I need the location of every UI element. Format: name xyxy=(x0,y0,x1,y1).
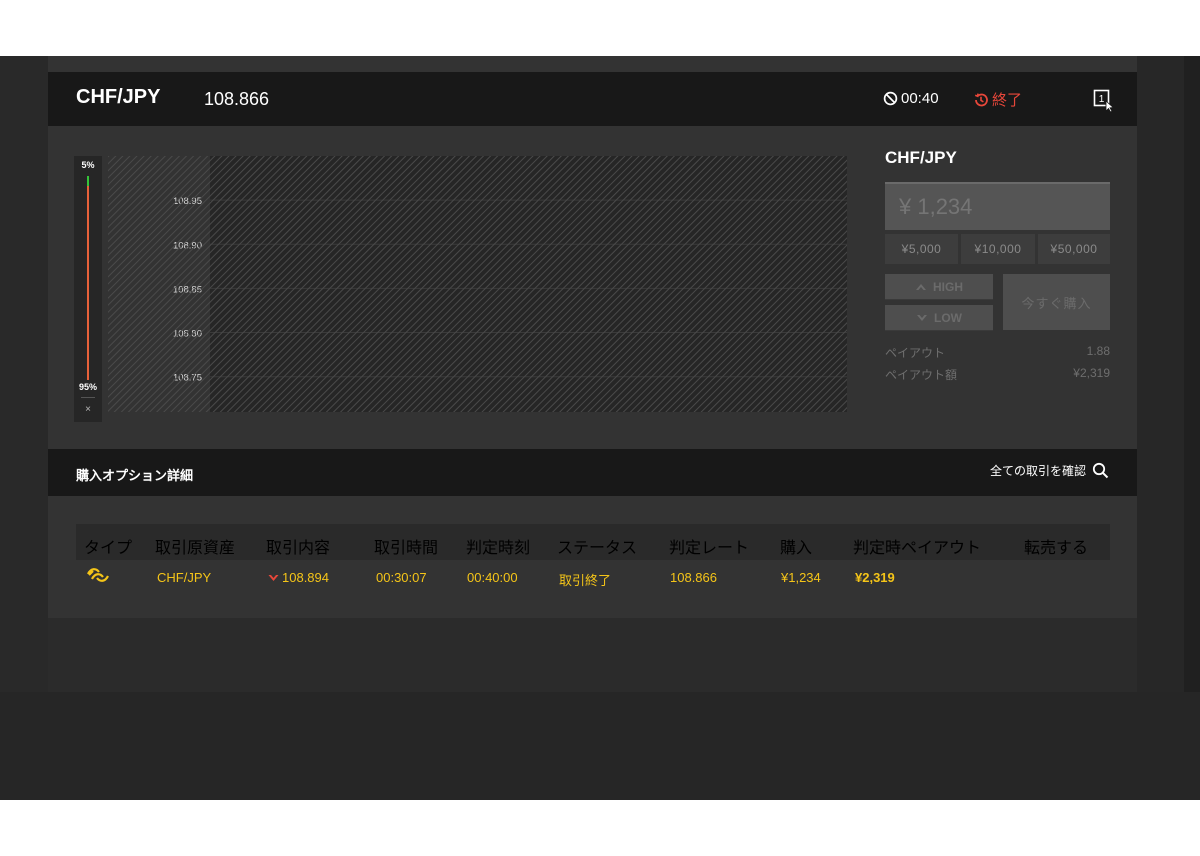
high-label: HIGH xyxy=(933,279,963,294)
payout-amount-label: ペイアウト額 xyxy=(885,368,958,382)
details-title: 購入オプション詳細 xyxy=(76,468,194,483)
trade-panel: CHF/JPY 108.866 00:40 終了 1 5% 95% × CHF/… xyxy=(48,56,1137,618)
col-resell: 転売する xyxy=(1024,540,1089,557)
trades-table: タイプ 取引原資産 取引内容 取引時間 判定時刻 ステータス 判定レート 購入 … xyxy=(76,524,1110,588)
row-trade-time: 00:30:07 xyxy=(376,570,427,585)
row-content: 108.894 xyxy=(268,570,329,585)
gauge-low-bar xyxy=(87,186,89,380)
gauge-close-button[interactable]: × xyxy=(74,404,102,415)
no-entry-icon xyxy=(883,91,898,106)
col-content: 取引内容 xyxy=(266,540,331,557)
type-highlow-icon xyxy=(86,566,110,589)
gauge-divider xyxy=(81,397,95,398)
row-judge-rate: 108.866 xyxy=(670,570,717,585)
app-viewport: CHF/JPY 108.866 00:40 終了 1 5% 95% × CHF/… xyxy=(0,56,1200,800)
details-header: 購入オプション詳細 全ての取引を確認 xyxy=(48,449,1137,496)
payout-value: 1.88 xyxy=(1086,344,1110,358)
col-trade-time: 取引時間 xyxy=(374,540,439,557)
price-chart[interactable]: 108.95108.90108.85108.80108.7500:2000:25… xyxy=(108,156,860,439)
pair-title: CHF/JPY xyxy=(76,86,161,108)
sentiment-gauge: 5% 95% × xyxy=(74,156,102,422)
col-judge-time: 判定時刻 xyxy=(466,540,531,557)
payout-amount-value: ¥2,319 xyxy=(1073,366,1110,380)
gauge-low-percent: 95% xyxy=(78,382,97,392)
preset-50000-button[interactable]: ¥50,000 xyxy=(1038,234,1110,264)
high-icon xyxy=(916,283,926,290)
scrollbar-track[interactable] xyxy=(1184,56,1200,692)
low-button[interactable]: LOW xyxy=(885,305,993,331)
gauge-high-bar xyxy=(87,176,89,186)
trade-status: 終了 xyxy=(973,89,1022,110)
all-trades-link[interactable]: 全ての取引を確認 xyxy=(990,462,1109,479)
svg-text:1: 1 xyxy=(1099,94,1105,105)
all-trades-label: 全ての取引を確認 xyxy=(989,464,1086,478)
buy-now-button[interactable]: 今すぐ購入 xyxy=(1003,274,1110,330)
col-asset: 取引原資産 xyxy=(155,540,236,557)
left-rail xyxy=(0,56,48,692)
payout-row: ペイアウト 1.88 xyxy=(885,344,1110,361)
low-direction-icon xyxy=(268,574,279,581)
payout-amount-row: ペイアウト額 ¥2,319 xyxy=(885,366,1110,383)
one-click-icon: 1 xyxy=(1093,89,1115,113)
col-status: ステータス xyxy=(557,540,638,557)
low-label: LOW xyxy=(934,310,962,325)
high-button[interactable]: HIGH xyxy=(885,274,993,300)
one-click-toggle-button[interactable]: 1 xyxy=(1093,89,1115,113)
row-asset: CHF/JPY xyxy=(157,570,212,585)
preset-5000-button[interactable]: ¥5,000 xyxy=(885,234,958,264)
row-content-rate: 108.894 xyxy=(282,570,329,585)
gauge-high-percent: 5% xyxy=(81,160,95,170)
expired-region xyxy=(108,156,847,412)
col-type: タイプ xyxy=(84,540,133,557)
timer-value: 00:40 xyxy=(901,90,939,107)
low-icon xyxy=(917,314,927,321)
col-purchase: 購入 xyxy=(780,540,813,557)
search-icon xyxy=(1092,462,1109,479)
trade-pair-title: CHF/JPY xyxy=(885,148,957,167)
right-rail xyxy=(1137,56,1184,692)
current-rate: 108.866 xyxy=(204,89,270,109)
amount-input[interactable] xyxy=(885,182,1110,230)
page-footer-band xyxy=(0,692,1200,800)
status-label: 終了 xyxy=(992,92,1023,109)
row-status: 取引終了 xyxy=(559,573,612,588)
payout-label: ペイアウト xyxy=(885,346,946,360)
row-judge-time: 00:40:00 xyxy=(467,570,518,585)
history-icon xyxy=(974,92,988,106)
trade-header: CHF/JPY 108.866 00:40 終了 1 xyxy=(48,72,1137,126)
countdown-timer: 00:40 xyxy=(883,90,939,107)
row-payout: ¥2,319 xyxy=(855,570,895,585)
preset-10000-button[interactable]: ¥10,000 xyxy=(961,234,1035,264)
col-payout: 判定時ペイアウト xyxy=(853,540,982,557)
col-judge-rate: 判定レート xyxy=(669,540,750,557)
row-purchase: ¥1,234 xyxy=(781,570,821,585)
